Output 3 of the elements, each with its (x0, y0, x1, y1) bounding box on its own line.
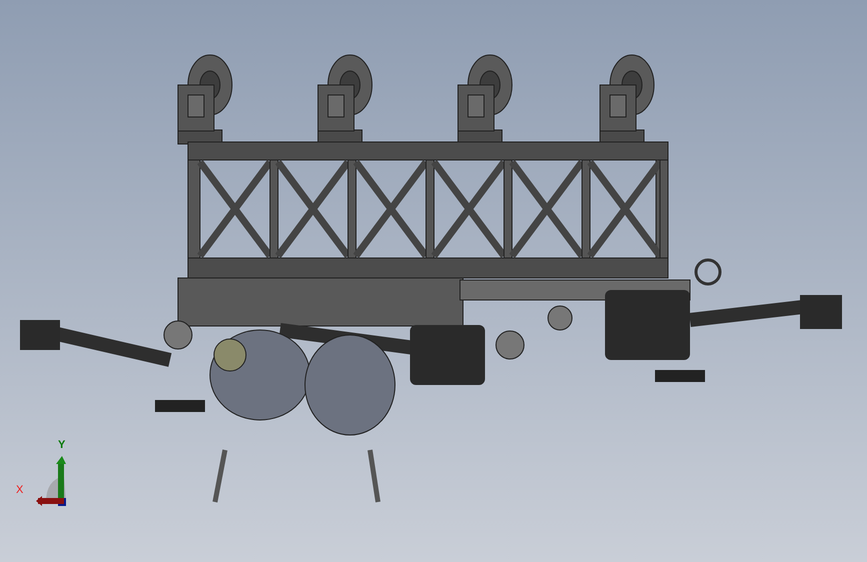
x-axis-label: X (16, 485, 24, 496)
y-axis-label: Y (58, 440, 66, 451)
triad-axes-icon (36, 456, 66, 506)
